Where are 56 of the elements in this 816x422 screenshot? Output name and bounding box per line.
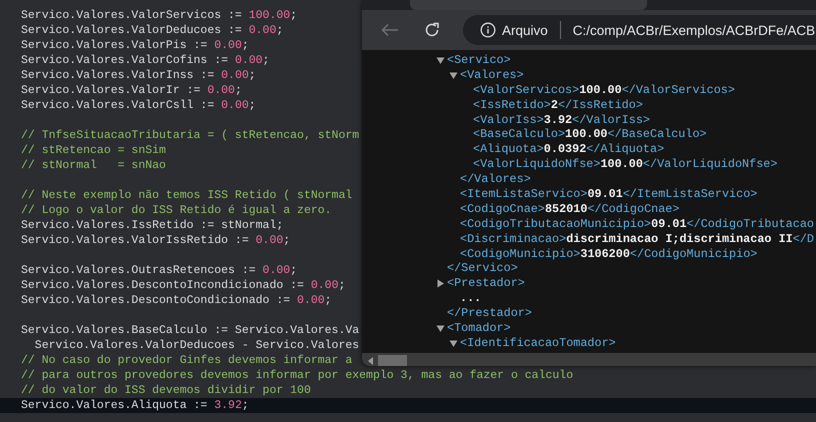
url-text: C:/comp/ACBr/Exemplos/ACBrDFe/ACB (572, 22, 816, 38)
code-line: // stNormal = snNao (21, 159, 166, 172)
xml-line: <CodigoTributacaoMunicipio>09.01</CodigoTributacao (460, 216, 814, 232)
toggle-icon[interactable] (436, 56, 445, 65)
xml-line: <BaseCalculo>100.00</BaseCalculo> (473, 127, 707, 142)
xml-line: ... (460, 291, 482, 306)
toggle-icon[interactable] (436, 324, 445, 333)
xml-line: <IssRetido>2</IssRetido> (473, 98, 643, 113)
toggle-icon[interactable] (449, 338, 458, 348)
code-line: Servico.Valores.IssRetido := stNormal; (21, 219, 284, 232)
xml-line: <CodigoMunicipio>3106200</CodigoMunicipio> (460, 246, 758, 262)
toggle-icon[interactable] (436, 279, 445, 288)
code-line: Servico.Valores.OutrasRetencoes := 0.00; (21, 264, 298, 277)
code-line: // para outros provedores devemos informar por exemplo 3, mas ao fazer o calculo (21, 369, 574, 382)
code-line: Servico.Valores.ValorServicos := 100.00; (21, 9, 298, 22)
code-line: Servico.Valores.ValorDeducoes := 0.00; (21, 24, 284, 37)
xml-line: <Tomador> (447, 321, 511, 336)
scrollbar-thumb[interactable] (378, 354, 407, 366)
code-line: Servico.Valores.ValorInss := 0.00; (21, 69, 256, 82)
code-line: Servico.Valores.DescontoIncondicionado := 0.00; (21, 279, 346, 292)
address-bar[interactable]: Arquivo C:/comp/ACBr/Exemplos/ACBrDFe/ACB (463, 15, 816, 45)
xml-line: <ItemListaServico>09.01</ItemListaServico> (460, 187, 758, 202)
xml-line: <ValorServicos>100.00</ValorServicos> (473, 82, 735, 98)
xml-line: <Aliquota>0.0392</Aliquota> (473, 142, 664, 158)
xml-line: <IdentificacaoTomador> (460, 336, 616, 351)
scheme-label: Arquivo (502, 22, 548, 38)
xml-line: </Prestador> (447, 306, 532, 322)
code-line: // Logo o valor do ISS Retido é igual a zero. (21, 204, 332, 217)
code-line: Servico.Valores.ValorIssRetido := 0.00; (21, 234, 290, 247)
code-line: Servico.Valores.ValorDeducoes - Servico.Valores (34, 339, 360, 352)
info-icon[interactable] (480, 22, 496, 38)
xml-line: <Prestador> (447, 276, 525, 292)
horizontal-scrollbar[interactable] (362, 353, 816, 366)
xml-line: <Valores> (460, 68, 524, 83)
code-line: // Neste exemplo não temos ISS Retido ( stNormal (21, 189, 352, 202)
xml-line: </Servico> (447, 261, 518, 276)
xml-line: <ValorLiquidoNfse>100.00</ValorLiquidoNfse> (473, 157, 778, 172)
code-line: Servico.Valores.ValorIr := 0.00; (21, 84, 242, 97)
code-line: Servico.Valores.ValorPis := 0.00; (21, 39, 249, 52)
code-line: Servico.Valores.DescontoCondicionado := 0.00; (21, 294, 332, 307)
xml-line: </Valores> (460, 172, 531, 188)
code-line: // No caso do provedor Ginfes devemos informar a (21, 354, 352, 367)
code-line: Servico.Valores.Aliquota := 3.92; (21, 399, 249, 412)
scroll-left-icon[interactable] (368, 357, 373, 365)
xml-line: <CodigoCnae>852010</CodigoCnae> (460, 202, 680, 217)
code-line: // do valor do ISS devemos dividir por 100 (21, 384, 311, 397)
code-line: // stRetencao = snSim (21, 144, 166, 157)
code-line: Servico.Valores.ValorCsll := 0.00; (21, 99, 256, 112)
xml-line: <ValorIss>3.92</ValorIss> (473, 112, 650, 128)
xml-line: <Servico> (447, 53, 511, 68)
xml-line: <Discriminacao>discriminacao I;discriminacao II</D (460, 232, 814, 247)
reload-icon[interactable] (424, 22, 440, 38)
toggle-icon[interactable] (449, 70, 458, 80)
code-line: // TnfseSituacaoTributaria = ( stRetencao, stNorm (21, 129, 360, 142)
code-line: Servico.Valores.BaseCalculo := Servico.Valores.Va (21, 324, 360, 337)
code-line: Servico.Valores.ValorCofins := 0.00; (21, 54, 270, 67)
